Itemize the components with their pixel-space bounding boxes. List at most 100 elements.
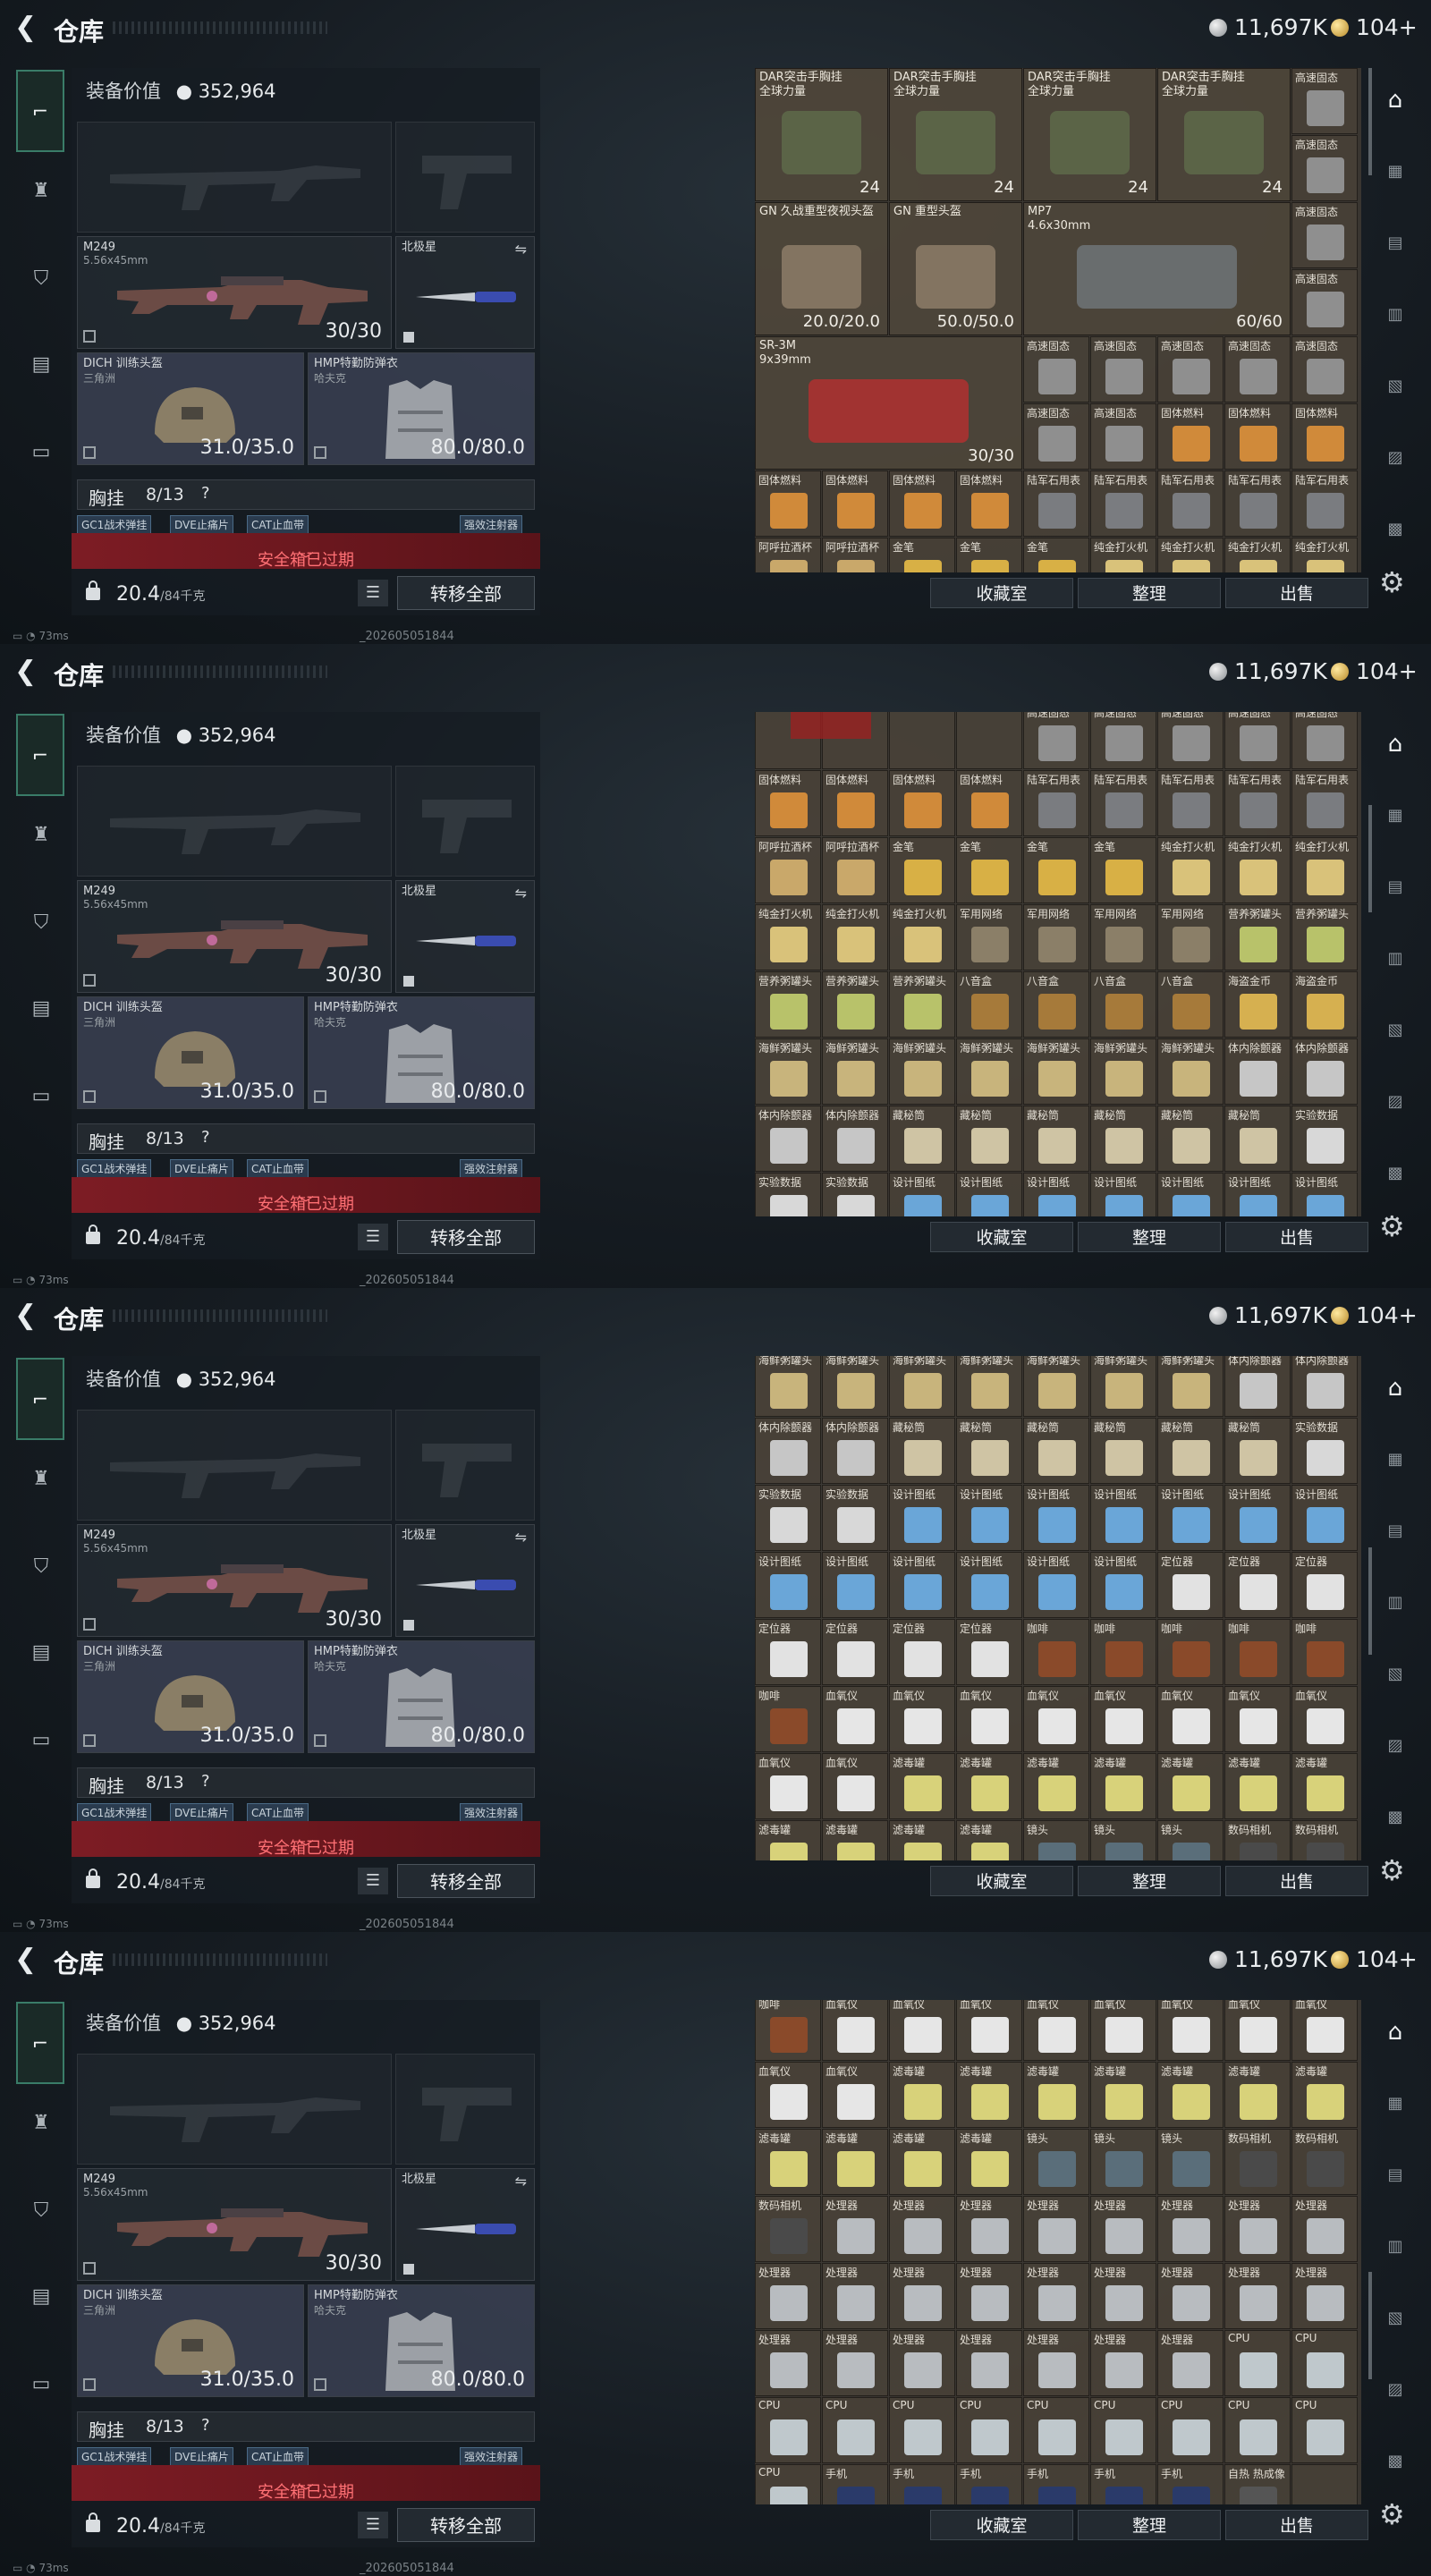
inventory-item[interactable]: 处理器 xyxy=(889,2330,955,2396)
category-6-icon[interactable]: ▩ xyxy=(1381,1803,1410,1832)
inventory-item[interactable]: 海盗金币 xyxy=(1291,971,1358,1038)
inventory-item[interactable]: 滤毒罐 xyxy=(956,1753,1022,1819)
inventory-item[interactable]: 设计图纸 xyxy=(1090,1485,1156,1551)
inventory-item[interactable]: CPU xyxy=(889,2397,955,2463)
inventory-item[interactable]: 血氧仪 xyxy=(1023,1686,1089,1752)
inventory-item[interactable]: 处理器 xyxy=(1291,2263,1358,2329)
clipboard-tab-icon[interactable]: ▤ xyxy=(20,1631,63,1674)
inventory-item[interactable]: 血氧仪 xyxy=(1090,1686,1156,1752)
inventory-item[interactable]: 设计图纸 xyxy=(1224,1485,1291,1551)
inventory-item[interactable]: 滤毒罐 xyxy=(1023,2062,1089,2128)
primary-weapon-slot-empty[interactable] xyxy=(77,766,392,877)
inventory-item[interactable]: 高速固态 xyxy=(1157,336,1224,402)
chest-rig-row[interactable]: 胸挂 8/13 ? xyxy=(77,1123,535,1154)
primary-weapon-slot[interactable]: M249 5.56x45mm 30/30 xyxy=(77,1524,392,1637)
inventory-item[interactable]: 陆军石用表 xyxy=(1023,770,1089,836)
inventory-item[interactable]: 营养粥罐头 xyxy=(1291,904,1358,970)
inventory-item[interactable]: 血氧仪 xyxy=(822,2000,888,2061)
category-2-icon[interactable]: ▤ xyxy=(1381,2161,1410,2190)
inventory-item[interactable]: 陆军石用表 xyxy=(1224,770,1291,836)
inventory-item[interactable]: 八音盒 xyxy=(1023,971,1089,1038)
category-6-icon[interactable]: ▩ xyxy=(1381,1159,1410,1188)
sell-button[interactable]: 出售 xyxy=(1225,1866,1368,1896)
inventory-item[interactable]: 体内除颤器 xyxy=(822,1106,888,1172)
vest-tab-icon[interactable]: ♜ xyxy=(20,170,63,213)
inventory-item[interactable]: 海鲜粥罐头 xyxy=(1090,1038,1156,1105)
inventory-item[interactable] xyxy=(956,712,1022,769)
body-armor-slot[interactable]: HMP特勤防弹衣 哈夫克 80.0/80.0 xyxy=(308,352,535,465)
armor-tab-icon[interactable]: ⛉ xyxy=(20,2190,63,2233)
inventory-item[interactable]: 海鲜粥罐头 xyxy=(1157,1038,1224,1105)
inventory-item[interactable]: 滤毒罐 xyxy=(889,2062,955,2128)
help-icon[interactable]: ? xyxy=(201,1772,210,1791)
inventory-item[interactable]: 滤毒罐 xyxy=(956,2062,1022,2128)
inventory-item-large[interactable]: DAR突击手胸挂 全球力量 24 xyxy=(1023,68,1156,201)
pistol-slot-empty[interactable] xyxy=(395,122,535,233)
inventory-item[interactable]: 海鲜粥罐头 xyxy=(1157,1356,1224,1417)
inventory-item[interactable]: CPU xyxy=(755,2397,821,2463)
inventory-item[interactable]: 滤毒罐 xyxy=(1291,2062,1358,2128)
chest-rig-row[interactable]: 胸挂 8/13 ? xyxy=(77,479,535,510)
vest-tab-icon[interactable]: ♜ xyxy=(20,1458,63,1501)
inventory-item[interactable]: 处理器 xyxy=(1224,2263,1291,2329)
inventory-item[interactable]: 设计图纸 xyxy=(956,1485,1022,1551)
category-6-icon[interactable]: ▩ xyxy=(1381,515,1410,544)
inventory-item[interactable]: 滤毒罐 xyxy=(956,1820,1022,1860)
inventory-item[interactable]: 体内除颤器 xyxy=(1291,1356,1358,1417)
inventory-item[interactable]: 设计图纸 xyxy=(889,1552,955,1618)
chip-tactical-rig[interactable]: GC1战术弹挂 xyxy=(77,1803,152,1823)
inventory-item[interactable]: 体内除颤器 xyxy=(1224,1038,1291,1105)
inventory-item[interactable]: 金笔 xyxy=(1023,538,1089,572)
chip-tourniquet[interactable]: CAT止血带 xyxy=(247,515,309,535)
inventory-item[interactable]: 滤毒罐 xyxy=(755,2129,821,2195)
melee-slot[interactable]: 北极星 ⇋ xyxy=(395,880,535,993)
inventory-item[interactable]: 阿呼拉酒杯 xyxy=(755,837,821,903)
inventory-item[interactable]: 金笔 xyxy=(889,837,955,903)
inventory-item[interactable]: 实验数据 xyxy=(822,1485,888,1551)
inventory-item[interactable]: 纯金打火机 xyxy=(1291,837,1358,903)
primary-weapon-slot[interactable]: M249 5.56x45mm 30/30 xyxy=(77,2168,392,2281)
inventory-item[interactable]: 设计图纸 xyxy=(1224,1173,1291,1216)
weapon-tab-icon[interactable]: ⌐ xyxy=(16,1358,64,1440)
weapon-tab-icon[interactable]: ⌐ xyxy=(16,70,64,152)
settings-gear-icon[interactable]: ⚙ xyxy=(1379,1853,1405,1887)
stash-home-icon[interactable]: ⌂ xyxy=(1381,86,1410,114)
inventory-item[interactable]: 定位器 xyxy=(889,1619,955,1685)
inventory-item[interactable]: 滤毒罐 xyxy=(1224,1753,1291,1819)
category-2-icon[interactable]: ▤ xyxy=(1381,873,1410,902)
safe-box-expired-banner[interactable]: 安全箱已过期 ﹀ xyxy=(72,533,540,570)
helmet-slot[interactable]: DICH 训练头盔 三角洲 31.0/35.0 xyxy=(77,352,304,465)
chip-tourniquet[interactable]: CAT止血带 xyxy=(247,1803,309,1823)
inventory-item[interactable]: 定位器 xyxy=(755,1619,821,1685)
settings-gear-icon[interactable]: ⚙ xyxy=(1379,2497,1405,2531)
chip-injector[interactable]: 强效注射器 xyxy=(460,1159,523,1179)
melee-slot[interactable]: 北极星 ⇋ xyxy=(395,2168,535,2281)
inventory-item[interactable]: 咖啡 xyxy=(755,2000,821,2061)
inventory-item[interactable]: 血氧仪 xyxy=(889,1686,955,1752)
inventory-item[interactable]: 高速固态 xyxy=(1224,336,1291,402)
chip-injector[interactable]: 强效注射器 xyxy=(460,2447,523,2467)
category-1-icon[interactable]: ▦ xyxy=(1381,801,1410,830)
inventory-item[interactable]: CPU xyxy=(822,2397,888,2463)
gold-currency[interactable]: 104+ xyxy=(1331,658,1418,684)
sell-button[interactable]: 出售 xyxy=(1225,578,1368,608)
inventory-item[interactable]: 营养粥罐头 xyxy=(1224,904,1291,970)
chip-painkiller[interactable]: DVE止痛片 xyxy=(170,515,233,535)
inventory-item[interactable]: 处理器 xyxy=(889,2263,955,2329)
primary-weapon-slot[interactable]: M249 5.56x45mm 30/30 xyxy=(77,236,392,349)
inventory-item[interactable]: 手机 xyxy=(1090,2464,1156,2504)
inventory-item[interactable]: 数码相机 xyxy=(1291,2129,1358,2195)
inventory-item[interactable]: 固体燃料 xyxy=(755,770,821,836)
category-3-icon[interactable]: ▥ xyxy=(1381,945,1410,973)
collection-room-button[interactable]: 收藏室 xyxy=(930,2510,1073,2540)
inventory-item[interactable]: 滤毒罐 xyxy=(1291,1753,1358,1819)
stash-scrollbar[interactable] xyxy=(1368,68,1372,175)
inventory-item[interactable]: 实验数据 xyxy=(1291,1418,1358,1484)
inventory-item[interactable]: 纯金打火机 xyxy=(1157,538,1224,572)
chip-tourniquet[interactable]: CAT止血带 xyxy=(247,2447,309,2467)
inventory-item[interactable]: 军用网络 xyxy=(1157,904,1224,970)
inventory-item[interactable]: 高速固态 xyxy=(1157,712,1224,769)
inventory-item[interactable]: 高速固态 xyxy=(1291,135,1358,201)
inventory-item[interactable]: 咖啡 xyxy=(1090,1619,1156,1685)
help-icon[interactable]: ? xyxy=(201,2416,210,2435)
